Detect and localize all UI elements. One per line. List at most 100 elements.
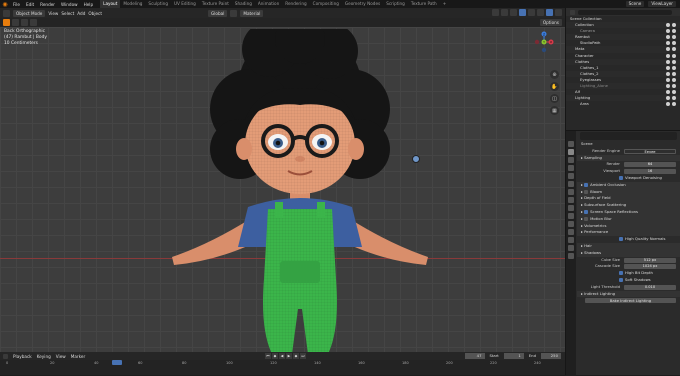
- camera-render-icon[interactable]: [672, 23, 676, 28]
- panel-header[interactable]: ▸ Subsurface Scattering: [577, 202, 680, 209]
- visibility-toggle-icon[interactable]: [666, 96, 677, 101]
- eye-icon[interactable]: [666, 90, 670, 95]
- data-tab-icon[interactable]: [568, 237, 574, 243]
- tab-texture-paint[interactable]: Texture Paint: [199, 0, 232, 8]
- eye-icon[interactable]: [666, 96, 670, 101]
- scene-selector[interactable]: Scene: [625, 1, 645, 7]
- tab-uv-editing[interactable]: UV Editing: [171, 0, 199, 8]
- bake-button-label[interactable]: Bake Indirect Lighting: [585, 298, 676, 304]
- menu-view[interactable]: View: [48, 11, 58, 16]
- output-tab-icon[interactable]: [568, 157, 574, 163]
- panel-header[interactable]: ▸ Shadows: [577, 249, 680, 257]
- visibility-toggle-icon[interactable]: [666, 102, 677, 107]
- jump-start-icon[interactable]: ⏮: [265, 353, 271, 359]
- eye-icon[interactable]: [666, 23, 670, 28]
- menu-add[interactable]: Add: [77, 11, 85, 16]
- view-layer-selector[interactable]: ViewLayer: [648, 1, 676, 7]
- property-checkbox-row[interactable]: Viewport Denoising: [577, 175, 680, 182]
- menu-file[interactable]: File: [10, 2, 23, 7]
- render-tab-icon[interactable]: [568, 149, 574, 155]
- object-tab-icon[interactable]: [568, 197, 574, 203]
- modifier-tab-icon[interactable]: [568, 205, 574, 211]
- overlay-toggle-icon[interactable]: [510, 9, 517, 16]
- eye-icon[interactable]: [666, 59, 670, 64]
- 3d-viewport[interactable]: Back Orthographic (47) Rambut | Body 10 …: [0, 27, 565, 352]
- eye-icon[interactable]: [666, 35, 670, 40]
- blender-logo-icon[interactable]: ◉: [0, 0, 10, 8]
- navigation-gizmo[interactable]: Z X Y: [533, 31, 555, 53]
- checkbox[interactable]: [619, 271, 623, 276]
- shading-rendered-icon[interactable]: [555, 9, 562, 16]
- tab-compositing[interactable]: Compositing: [310, 0, 342, 8]
- menu-object[interactable]: Object: [88, 11, 102, 16]
- panel-header[interactable]: ▸ Hair: [577, 242, 680, 250]
- visibility-toggle-icon[interactable]: [666, 65, 677, 70]
- jump-end-icon[interactable]: ⏭: [300, 353, 306, 359]
- add-workspace-button[interactable]: +: [440, 0, 450, 8]
- options-button[interactable]: Options: [539, 19, 562, 26]
- menu-window[interactable]: Window: [58, 2, 81, 7]
- bake-button[interactable]: Bake Indirect Lighting: [577, 298, 680, 305]
- playback-menu[interactable]: Playback: [13, 354, 32, 359]
- visibility-toggle-icon[interactable]: [666, 84, 677, 89]
- visibility-toggle-icon[interactable]: [666, 41, 677, 46]
- shading-material-icon[interactable]: [546, 9, 553, 16]
- eye-icon[interactable]: [666, 77, 670, 82]
- tab-layout[interactable]: Layout: [100, 0, 121, 8]
- visibility-toggle-icon[interactable]: [666, 47, 677, 52]
- camera-render-icon[interactable]: [672, 41, 676, 46]
- eye-icon[interactable]: [666, 53, 670, 58]
- start-frame-field[interactable]: 1: [503, 353, 524, 359]
- eye-icon[interactable]: [666, 71, 670, 76]
- editor-type-icon[interactable]: [3, 9, 10, 17]
- camera-render-icon[interactable]: [672, 102, 676, 107]
- checkbox[interactable]: [619, 277, 623, 282]
- current-frame-field[interactable]: 47: [464, 353, 485, 359]
- menu-select[interactable]: Select: [61, 11, 74, 16]
- timeline-editor-icon[interactable]: [3, 353, 8, 359]
- zoom-icon[interactable]: ⊕: [550, 70, 559, 79]
- select-mode-icon[interactable]: [12, 19, 19, 26]
- panel-enable-checkbox[interactable]: [584, 216, 589, 221]
- constraints-tab-icon[interactable]: [568, 229, 574, 235]
- tab-rendering[interactable]: Rendering: [282, 0, 309, 8]
- physics-tab-icon[interactable]: [568, 221, 574, 227]
- property-value-field[interactable]: 1024 px: [624, 264, 676, 270]
- property-checkbox-row[interactable]: High Quality Normals: [577, 236, 680, 243]
- grid-icon[interactable]: ▦: [550, 106, 559, 115]
- character-model[interactable]: [150, 29, 450, 352]
- menu-edit[interactable]: Edit: [23, 2, 37, 7]
- panel-header[interactable]: ▸ Ambient Occlusion: [577, 181, 680, 189]
- select-mode-extend-icon[interactable]: [21, 19, 28, 26]
- hand-icon[interactable]: ✋: [550, 82, 559, 91]
- visibility-toggle-icon[interactable]: [666, 29, 677, 34]
- visibility-toggle-icon[interactable]: [666, 35, 677, 40]
- outliner-search-input[interactable]: [578, 9, 672, 15]
- world-tab-icon[interactable]: [568, 181, 574, 187]
- property-value-field[interactable]: 512 px: [624, 257, 676, 263]
- light-object-icon[interactable]: [412, 155, 420, 163]
- property-value-field[interactable]: 0.010: [624, 284, 676, 290]
- mode-selector[interactable]: Object Mode: [13, 9, 46, 17]
- tab-texture-path[interactable]: Texture Path: [408, 0, 440, 8]
- panel-header[interactable]: ▸ Volumetrics: [577, 222, 680, 230]
- tab-geometry-nodes[interactable]: Geometry Nodes: [342, 0, 383, 8]
- panel-header[interactable]: ▸ Performance: [577, 229, 680, 237]
- camera-render-icon[interactable]: [672, 84, 676, 89]
- visibility-toggle-icon[interactable]: [666, 53, 677, 58]
- panel-enable-checkbox[interactable]: [584, 182, 589, 187]
- visibility-toggle-icon[interactable]: [666, 90, 677, 95]
- transform-orientation-selector[interactable]: Global: [208, 9, 228, 17]
- tab-modeling[interactable]: Modeling: [120, 0, 145, 8]
- marker-menu[interactable]: Marker: [71, 354, 85, 359]
- pivot-selector[interactable]: Material: [240, 9, 264, 17]
- menu-render[interactable]: Render: [37, 2, 58, 7]
- camera-render-icon[interactable]: [672, 71, 676, 76]
- visibility-toggle-icon[interactable]: [666, 77, 677, 82]
- shading-solid-icon[interactable]: [537, 9, 544, 16]
- keying-menu[interactable]: Keying: [37, 354, 51, 359]
- property-checkbox-row[interactable]: Soft Shadows: [577, 277, 680, 284]
- panel-header[interactable]: ▸ Sampling: [577, 154, 680, 162]
- collection-tab-icon[interactable]: [568, 189, 574, 195]
- property-checkbox-row[interactable]: High Bit Depth: [577, 270, 680, 277]
